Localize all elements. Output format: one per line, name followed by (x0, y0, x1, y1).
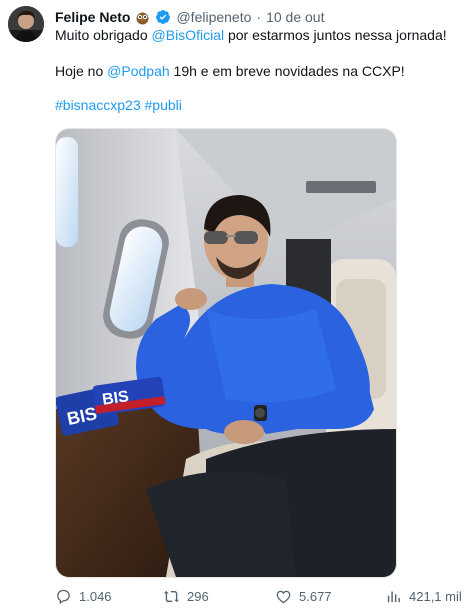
views-chart-icon (387, 591, 400, 603)
author-handle[interactable]: @felipeneto (176, 9, 251, 25)
like-button[interactable]: 5.677 (275, 588, 332, 605)
text-segment: Muito obrigado (55, 27, 152, 43)
views-count: 421,1 mil (409, 589, 462, 604)
tweet-text-line-1: Muito obrigado @BisOficial por estarmos … (55, 26, 447, 45)
tweet-card[interactable]: Felipe Neto @felipeneto · 10 de out Muit… (0, 0, 474, 611)
like-count: 5.677 (299, 589, 332, 604)
author-name[interactable]: Felipe Neto (55, 9, 130, 25)
text-segment: Hoje no (55, 63, 108, 79)
separator-dot: · (256, 9, 262, 25)
mention-link-podpah[interactable]: @Podpah (107, 63, 169, 79)
reply-count: 1.046 (79, 589, 112, 604)
hashtag-links[interactable]: #bisnaccxp23 #publi (55, 97, 182, 113)
owl-emoji-icon (135, 10, 150, 25)
retweet-button[interactable]: 296 (163, 588, 209, 605)
reply-button[interactable]: 1.046 (55, 588, 112, 605)
retweet-icon (164, 590, 179, 603)
tweet-header: Felipe Neto @felipeneto · 10 de out (55, 7, 324, 27)
verified-badge-icon (155, 9, 171, 25)
reply-icon (57, 589, 70, 605)
heart-icon (276, 590, 291, 604)
photo-jet-interior: BIS BIS (56, 129, 396, 577)
tweet-actions: 1.046 296 5.677 421,1 mil (55, 588, 465, 608)
text-segment: 19h e em breve novidades na CCXP! (169, 63, 405, 79)
timestamp[interactable]: 10 de out (266, 9, 324, 25)
text-segment: por estarmos juntos nessa jornada! (224, 27, 447, 43)
avatar[interactable] (8, 6, 44, 42)
retweet-count: 296 (187, 589, 209, 604)
views-button[interactable]: 421,1 mil (385, 588, 462, 605)
tweet-hashtags: #bisnaccxp23 #publi (55, 96, 182, 115)
tweet-photo[interactable]: BIS BIS (55, 128, 397, 578)
tweet-text-line-2: Hoje no @Podpah 19h e em breve novidades… (55, 62, 405, 81)
mention-link-bisoficial[interactable]: @BisOficial (152, 27, 225, 43)
